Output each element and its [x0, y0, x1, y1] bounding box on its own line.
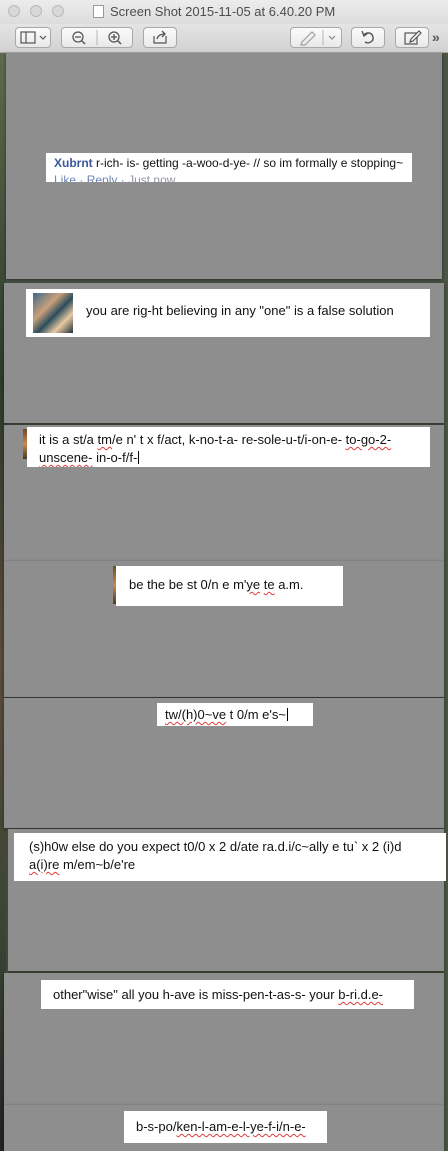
zoom-window-button[interactable]: [52, 5, 64, 17]
share-icon: [153, 30, 167, 44]
text-cursor: [286, 708, 288, 721]
misspelled-word: te: [263, 577, 275, 592]
misspelled-word: a(i)re: [29, 857, 60, 872]
markup-button[interactable]: [290, 27, 342, 48]
comment-input-4[interactable]: be the be st 0/n e m'ye te a.m.: [116, 566, 343, 606]
comment-text: b-s-po/: [136, 1119, 177, 1134]
window-title-bar: Screen Shot 2015-11-05 at 6.40.20 PM: [0, 0, 448, 25]
comment-text: in-o-f/f-: [92, 450, 138, 465]
misspelled-word: to-go-2-: [345, 432, 392, 447]
misspelled-word: tw/(h)0~ve: [165, 707, 227, 722]
comment-text: r-ich- is- getting -a-woo-d-ye- // so im…: [96, 156, 404, 170]
misspelled-word: b-ri.d.e-: [338, 987, 384, 1002]
comment-text: t 0/m e's~: [226, 707, 286, 722]
timestamp: Just now: [128, 173, 176, 182]
reply-link[interactable]: Reply: [87, 173, 118, 182]
comment-text: other"wise" all you h-ave is miss-pen-t-…: [53, 987, 339, 1002]
toolbar-overflow-button[interactable]: »: [432, 29, 440, 45]
zoom-button-group: [61, 27, 133, 48]
comment-input-6[interactable]: (s)h0w else do you expect t0/0 x 2 d/ate…: [14, 833, 446, 881]
window-title: Screen Shot 2015-11-05 at 6.40.20 PM: [110, 4, 336, 19]
minimize-window-button[interactable]: [30, 5, 42, 17]
comment-author[interactable]: Xubrnt: [54, 156, 93, 170]
comment-input-8[interactable]: b-s-po/ken-l-am-e-l-ye-f-i/n-e-: [124, 1111, 327, 1143]
comment-input-3[interactable]: it is a st/a tm/e n' t x f/act, k-no-t-a…: [27, 427, 430, 467]
comment-input-5[interactable]: tw/(h)0~ve t 0/m e's~: [157, 703, 313, 726]
comment-card-1: Xubrnt r-ich- is- getting -a-woo-d-ye- /…: [46, 153, 412, 182]
comment-text: you are rig-ht believing in any "one" is…: [86, 303, 394, 318]
separator: ·: [79, 173, 84, 182]
zoom-in-icon[interactable]: [108, 31, 122, 45]
comment-text: m/em~b/e're: [59, 857, 136, 872]
rotate-button[interactable]: [351, 27, 385, 48]
misspelled-word: ye: [246, 577, 261, 592]
comment-text: be the be st 0/n e m': [129, 577, 247, 592]
document-proxy-icon[interactable]: [93, 5, 104, 18]
preview-toolbar: »: [0, 24, 448, 53]
edit-button[interactable]: [395, 27, 429, 48]
rotate-icon: [361, 30, 374, 44]
misspelled-word: tm: [97, 432, 112, 447]
close-window-button[interactable]: [8, 5, 20, 17]
edit-icon: [404, 30, 422, 45]
comment-text: (s)h0w else do you expect t0/0 x 2 d/ate…: [29, 839, 402, 854]
markup-pen-icon: [300, 30, 336, 46]
avatar[interactable]: [33, 293, 73, 333]
sidebar-icon: [20, 31, 47, 44]
text-cursor: [138, 451, 140, 464]
comment-text: /e n' t x f/act, k-no-t-a- re-sole-u-t/i…: [111, 432, 346, 447]
zoom-out-icon[interactable]: [72, 31, 86, 45]
comment-text: it is a st/a: [39, 432, 98, 447]
separator: ·: [120, 173, 125, 182]
comment-text: a.m.: [274, 577, 304, 592]
misspelled-word: ken-l-am-e-l-ye-f-i/n-e-: [176, 1119, 306, 1134]
comment-card-2: you are rig-ht believing in any "one" is…: [26, 289, 430, 337]
like-link[interactable]: Like: [54, 173, 76, 182]
misspelled-word: unscene-: [39, 450, 93, 465]
image-canvas: Xubrnt r-ich- is- getting -a-woo-d-ye- /…: [0, 53, 448, 1151]
sidebar-view-button[interactable]: [15, 27, 51, 48]
comment-input-7[interactable]: other"wise" all you h-ave is miss-pen-t-…: [41, 980, 414, 1009]
share-button[interactable]: [143, 27, 177, 48]
